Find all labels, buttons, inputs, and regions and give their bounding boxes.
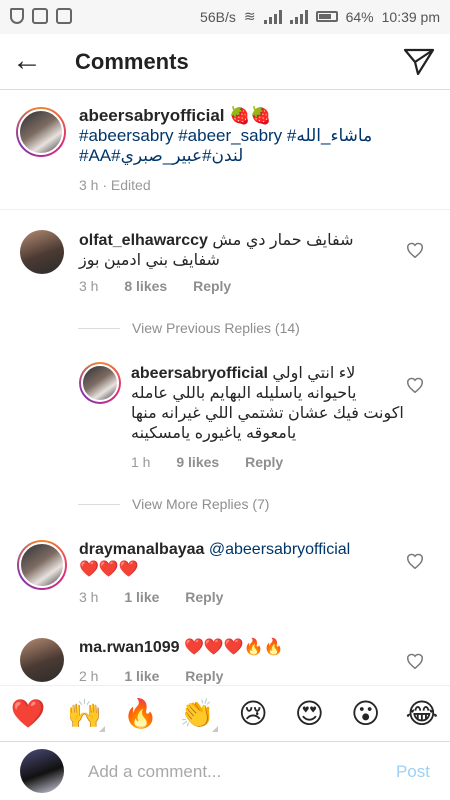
comment-meta: 3 h 8 likes Reply [79, 278, 253, 294]
comment-meta: 2 h 1 like Reply [79, 668, 245, 684]
avatar[interactable] [20, 749, 64, 793]
reply-text: abeersabryofficial لاء انتي اولي ياحيوان… [131, 364, 413, 444]
caption-comment: abeersabryofficial 🍓🍓 #abeersabry #abeer… [0, 90, 450, 210]
comment-text: draymanalbayaa @abeersabryofficial ❤️❤️❤… [79, 540, 399, 580]
caption-username[interactable]: abeersabryofficial [79, 106, 225, 125]
avatar[interactable] [20, 638, 64, 682]
reply-username[interactable]: abeersabryofficial [131, 365, 268, 382]
square-icon [32, 8, 48, 24]
avatar[interactable] [20, 230, 64, 274]
arrow-left-icon[interactable]: ← [12, 46, 48, 78]
comment-username[interactable]: ma.rwan1099 [79, 639, 180, 656]
status-right: 56B/s ≋ 64% 10:39 pm [200, 8, 440, 25]
shield-icon [10, 8, 24, 24]
heart-eyes-emoji-button[interactable]: 😍 [290, 698, 328, 730]
signal-icon [263, 9, 282, 24]
reply-text-line1: لاء انتي اولي [272, 365, 356, 382]
comment-text: ma.rwan1099 ❤️❤️❤️🔥🔥 [79, 638, 399, 658]
comment-likes[interactable]: 1 like [124, 589, 159, 605]
view-previous-replies[interactable]: View Previous Replies (14) [78, 318, 300, 338]
reply-meta: 1 h 9 likes Reply [131, 454, 305, 470]
mention-link[interactable]: @abeersabryofficial [209, 541, 350, 558]
signal-icon-2 [289, 9, 308, 24]
crying-face-emoji-button[interactable]: 😢 [234, 698, 272, 730]
comment-time: 3 h [79, 278, 99, 294]
heart-icon[interactable] [406, 377, 424, 394]
caption-text: abeersabryofficial 🍓🍓 #abeersabry #abeer… [79, 106, 429, 166]
heart-icon[interactable] [406, 242, 424, 259]
network-speed: 56B/s [200, 8, 236, 25]
comment-marwan: ma.rwan1099 ❤️❤️❤️🔥🔥 2 h 1 like Reply [0, 628, 450, 685]
comment-text-line2: شفايف بني ادمين بوز [79, 252, 220, 269]
strawberry-emojis: 🍓🍓 [229, 106, 272, 125]
wifi-icon: ≋ [243, 8, 256, 24]
heart-fire-emojis: ❤️❤️❤️🔥🔥 [183, 639, 284, 656]
page-title: Comments [75, 49, 189, 74]
emoji-quick-bar: ❤️ 🙌 🔥 👏 😢 😍 😮 😂 [0, 685, 450, 741]
caption-edited: Edited [110, 177, 151, 193]
heart-icon[interactable] [406, 653, 424, 670]
view-previous-replies-label[interactable]: View Previous Replies (14) [132, 320, 300, 336]
comment-likes[interactable]: 1 like [124, 668, 159, 684]
laughing-tears-emoji-button[interactable]: 😂 [403, 698, 441, 730]
comment-olfat: olfat_elhawarccy شفايف حمار دي مش شفايف … [0, 220, 450, 305]
caption-hashtags-line2[interactable]: #AA#لندن#عبير_صبري [79, 146, 243, 165]
comment-text-line1: شفايف حمار دي مش [212, 232, 354, 249]
divider-line [78, 327, 120, 329]
avatar[interactable] [79, 362, 121, 404]
caption-hashtags-line1[interactable]: #abeersabry #abeer_sabry #ماشاء_الله [79, 126, 372, 145]
caption-separator: · [102, 177, 108, 193]
comment-time: 2 h [79, 668, 99, 684]
reply-text-line2: ياحيوانه ياسليله البهايم باللي عامله [131, 385, 357, 402]
reply-button[interactable]: Reply [185, 589, 223, 605]
reply-button[interactable]: Reply [185, 668, 223, 684]
comment-text: olfat_elhawarccy شفايف حمار دي مش شفايف … [79, 231, 389, 271]
reply-button[interactable]: Reply [193, 278, 231, 294]
reply-likes[interactable]: 9 likes [176, 454, 219, 470]
view-more-replies-label[interactable]: View More Replies (7) [132, 496, 269, 512]
comment-username[interactable]: draymanalbayaa [79, 541, 204, 558]
caption-time: 3 h [79, 177, 99, 193]
caption-meta: 3 h · Edited [79, 177, 173, 193]
battery-icon [315, 11, 338, 22]
activity-icon [56, 8, 72, 24]
avatar[interactable] [17, 540, 67, 590]
reply-comment: abeersabryofficial لاء انتي اولي ياحيوان… [0, 352, 450, 484]
surprised-face-emoji-button[interactable]: 😮 [347, 698, 385, 730]
divider-line [78, 503, 120, 505]
heart-emojis: ❤️❤️❤️ [79, 561, 139, 578]
fire-emoji-button[interactable]: 🔥 [122, 698, 160, 730]
comment-draymanalbayaa: draymanalbayaa @abeersabryofficial ❤️❤️❤… [0, 532, 450, 620]
reply-button[interactable]: Reply [245, 454, 283, 470]
battery-percent: 64% [345, 8, 374, 25]
comment-composer: Post [0, 741, 450, 800]
comment-meta: 3 h 1 like Reply [79, 589, 245, 605]
comment-likes[interactable]: 8 likes [124, 278, 167, 294]
comment-input[interactable] [88, 760, 368, 784]
comment-time: 3 h [79, 589, 99, 605]
status-left-icons [10, 8, 72, 24]
reply-text-line3: اكونت فيك عشان تشتمي اللي غيرانه منها [131, 405, 404, 422]
reply-text-line4: يامعوقه ياغيوره يامسكينه [131, 425, 297, 442]
reply-time: 1 h [131, 454, 151, 470]
view-more-replies[interactable]: View More Replies (7) [78, 494, 269, 514]
status-bar: 56B/s ≋ 64% 10:39 pm [0, 0, 450, 34]
comment-username[interactable]: olfat_elhawarccy [79, 232, 208, 249]
heart-icon[interactable] [406, 553, 424, 570]
post-button[interactable]: Post [396, 762, 430, 782]
heart-emoji-button[interactable]: ❤️ [9, 698, 47, 730]
avatar[interactable] [16, 107, 66, 157]
clapping-hands-emoji-button[interactable]: 👏 [178, 698, 218, 732]
raising-hands-emoji-button[interactable]: 🙌 [65, 698, 106, 732]
paper-plane-icon[interactable] [402, 46, 436, 78]
comments-header: ← Comments [0, 34, 450, 90]
status-time: 10:39 pm [381, 8, 440, 25]
